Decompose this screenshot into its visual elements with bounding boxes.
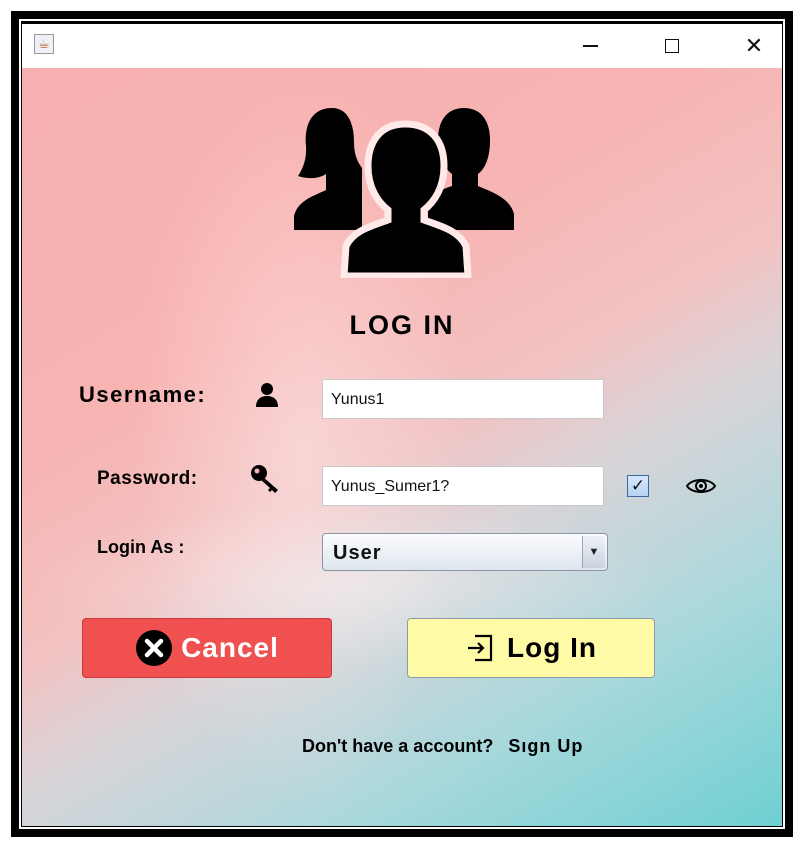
signup-row: Don't have a account? Sıgn Up xyxy=(302,736,583,757)
cancel-button[interactable]: Cancel xyxy=(82,618,332,678)
password-field[interactable]: Yunus_Sumer1? xyxy=(322,466,604,506)
login-as-value: User xyxy=(333,542,382,564)
login-button[interactable]: Log In xyxy=(407,618,655,678)
signup-prompt: Don't have a account? xyxy=(302,736,494,756)
show-password-checkbox[interactable]: ✓ xyxy=(627,475,649,497)
chevron-down-icon[interactable]: ▼ xyxy=(582,536,605,568)
maximize-icon xyxy=(665,39,679,53)
users-group-icon xyxy=(294,108,514,278)
close-icon: ✕ xyxy=(744,33,764,59)
login-label: Log In xyxy=(507,632,597,663)
login-heading: LOG IN xyxy=(349,310,455,340)
person-icon xyxy=(256,383,278,407)
cancel-label: Cancel xyxy=(181,632,279,663)
login-as-select[interactable]: User ▼ xyxy=(322,533,608,571)
sign-in-icon xyxy=(468,634,493,662)
title-bar[interactable]: ☕ ✕ xyxy=(22,24,782,68)
password-label: Password: xyxy=(97,468,198,489)
signup-link[interactable]: Sıgn Up xyxy=(508,736,583,756)
eye-icon xyxy=(685,479,717,493)
minimize-button[interactable] xyxy=(560,24,620,68)
maximize-button[interactable] xyxy=(642,24,702,68)
java-cup-icon[interactable]: ☕ xyxy=(34,34,54,54)
login-window: ☕ ✕ LOG IN Username: Yunus1 Password: Yu… xyxy=(22,24,782,826)
login-as-label: Login As : xyxy=(97,537,185,557)
cancel-x-icon xyxy=(136,630,173,666)
username-field[interactable]: Yunus1 xyxy=(322,379,604,419)
close-button[interactable]: ✕ xyxy=(724,24,782,68)
minimize-icon xyxy=(582,45,598,47)
key-icon xyxy=(251,465,278,493)
username-label: Username: xyxy=(79,382,207,407)
